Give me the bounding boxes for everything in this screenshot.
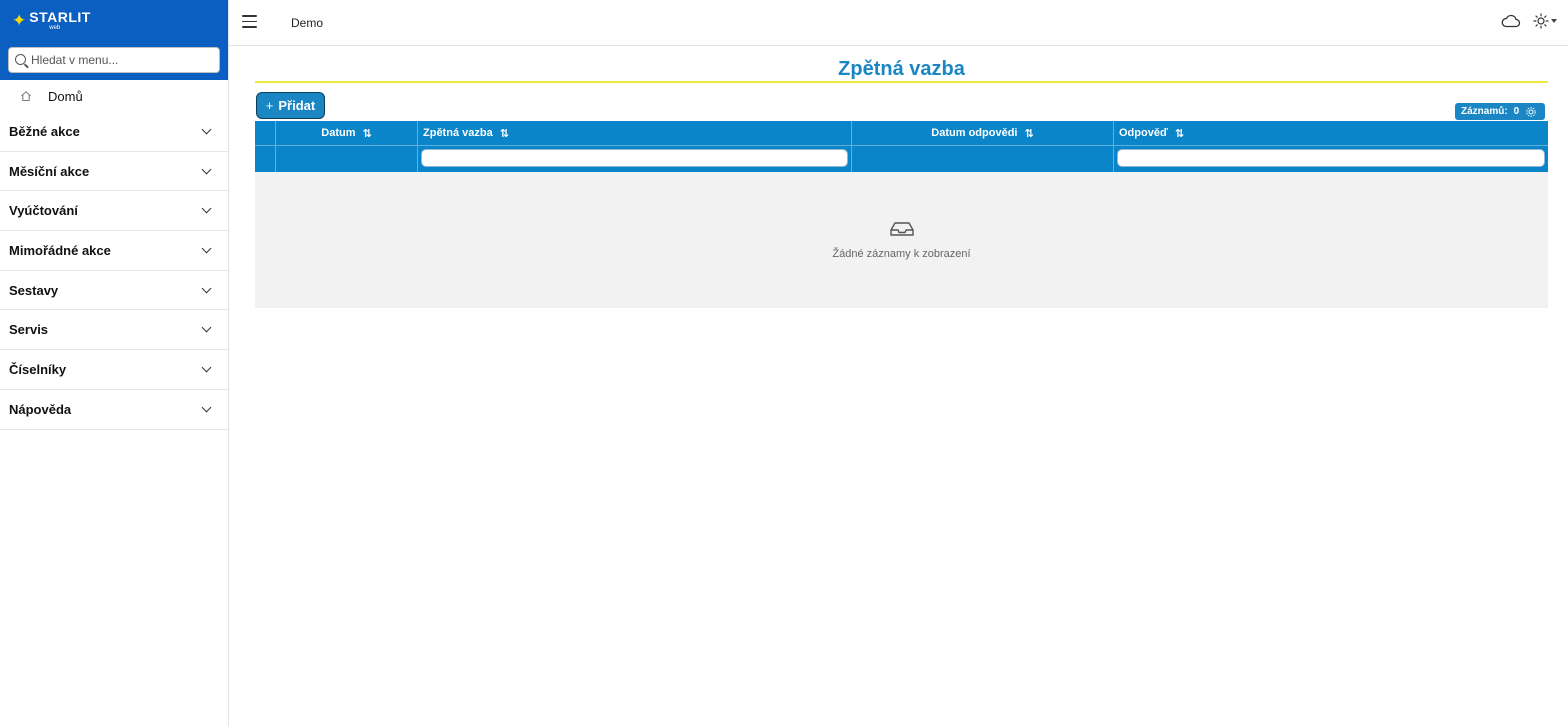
column-datum: Datum ⇅ <box>276 121 418 172</box>
sort-icon[interactable]: ⇅ <box>363 127 372 140</box>
search-icon <box>15 54 26 65</box>
chevron-down-icon <box>201 203 212 214</box>
sidebar-item-ciselniky[interactable]: Číselníky <box>0 350 228 390</box>
column-header-label: Zpětná vazba <box>423 127 493 139</box>
sun-icon[interactable] <box>1533 13 1549 29</box>
brand-sub: web <box>49 24 61 31</box>
column-filter-odpoved <box>1114 146 1548 172</box>
column-filter-empty <box>276 146 417 172</box>
sidebar-item-label: Číselníky <box>9 361 67 377</box>
column-header-label: Datum <box>321 127 356 139</box>
topbar: Demo <box>229 0 1568 46</box>
app-root: ✦ STARLIT web Domů Běžné akce M <box>0 0 1568 726</box>
column-odpoved: Odpověď ⇅ <box>1114 121 1548 172</box>
inbox-icon <box>889 222 914 236</box>
chevron-down-icon <box>201 243 212 254</box>
chevron-down-icon <box>201 124 212 135</box>
column-filter-zpetna-vazba <box>418 146 851 172</box>
sidebar-menu: Běžné akce Měsíční akce Vyúčtování Mimoř… <box>0 112 228 430</box>
records-count: 0 <box>1513 106 1520 117</box>
sidebar-item-home-label: Domů <box>48 88 83 104</box>
chevron-down-icon <box>201 322 212 333</box>
column-header-label: Odpověď <box>1119 127 1168 139</box>
sidebar-item-label: Nápověda <box>9 401 72 417</box>
brand-logo[interactable]: ✦ STARLIT web <box>0 0 228 40</box>
add-button-label: Přidat <box>278 98 316 113</box>
menu-search-area <box>0 40 228 80</box>
environment-label: Demo <box>291 16 324 30</box>
sidebar-item-servis[interactable]: Servis <box>0 310 228 351</box>
empty-state: Žádné záznamy k zobrazení <box>255 220 1548 262</box>
sidebar-item-label: Měsíční akce <box>9 163 90 179</box>
sort-icon[interactable]: ⇅ <box>1024 127 1033 140</box>
page-title: Zpětná vazba <box>255 58 1548 83</box>
grid-header: Datum ⇅ Zpětná vazba ⇅ Datum odpovědi ⇅ … <box>255 121 1548 172</box>
column-zpetna-vazba: Zpětná vazba ⇅ <box>418 121 852 172</box>
sidebar-item-label: Běžné akce <box>9 123 80 139</box>
grid-select-header <box>255 121 275 146</box>
brand-text: STARLIT web <box>29 10 91 31</box>
sort-icon[interactable]: ⇅ <box>500 127 509 140</box>
sort-icon[interactable]: ⇅ <box>1175 127 1184 140</box>
sidebar-item-label: Servis <box>9 322 49 338</box>
sidebar-item-sestavy[interactable]: Sestavy <box>0 271 228 311</box>
sidebar-item-label: Mimořádné akce <box>9 242 111 258</box>
star-icon: ✦ <box>12 10 27 30</box>
sidebar-item-napoveda[interactable]: Nápověda <box>0 390 228 430</box>
column-header-label: Datum odpovědi <box>931 127 1018 139</box>
caret-down-icon[interactable] <box>1551 19 1557 23</box>
menu-search-box <box>8 47 220 73</box>
chevron-down-icon <box>201 283 212 294</box>
column-filter-empty <box>852 146 1113 172</box>
add-button[interactable]: + Přidat <box>256 92 325 119</box>
chevron-down-icon <box>201 362 212 373</box>
sidebar: ✦ STARLIT web Domů Běžné akce M <box>0 0 229 726</box>
brand-name: STARLIT <box>29 8 91 25</box>
sidebar-item-home[interactable]: Domů <box>0 80 228 112</box>
main-content: Zpětná vazba + Přidat Záznamů: 0 Datum ⇅… <box>229 46 1568 726</box>
sidebar-item-mesicni-akce[interactable]: Měsíční akce <box>0 152 228 192</box>
data-grid: Datum ⇅ Zpětná vazba ⇅ Datum odpovědi ⇅ … <box>255 121 1548 308</box>
column-header-datum-odpovedi[interactable]: Datum odpovědi ⇅ <box>852 121 1113 146</box>
empty-state-text: Žádné záznamy k zobrazení <box>832 248 971 260</box>
records-label: Záznamů: <box>1461 106 1508 117</box>
chevron-down-icon <box>201 402 212 413</box>
grid-body: Žádné záznamy k zobrazení <box>255 172 1548 308</box>
sidebar-item-bezne-akce[interactable]: Běžné akce <box>0 112 228 152</box>
column-header-datum[interactable]: Datum ⇅ <box>276 121 417 146</box>
records-count-badge[interactable]: Záznamů: 0 <box>1455 103 1545 120</box>
plus-icon: + <box>265 98 274 113</box>
sidebar-item-label: Vyúčtování <box>9 203 78 219</box>
hamburger-menu-icon[interactable] <box>242 15 257 29</box>
filter-input-odpoved[interactable] <box>1117 149 1545 167</box>
menu-search-input[interactable] <box>31 48 216 72</box>
gear-icon[interactable] <box>1525 106 1537 118</box>
column-header-odpoved[interactable]: Odpověď ⇅ <box>1114 121 1548 146</box>
sidebar-item-vyuctovani[interactable]: Vyúčtování <box>0 191 228 232</box>
grid-select-column <box>255 121 276 172</box>
home-icon <box>21 91 31 101</box>
chevron-down-icon <box>201 164 212 174</box>
column-datum-odpovedi: Datum odpovědi ⇅ <box>852 121 1114 172</box>
sidebar-item-mimoradne-akce[interactable]: Mimořádné akce <box>0 231 228 271</box>
sidebar-item-label: Sestavy <box>9 282 59 298</box>
filter-input-zpetna-vazba[interactable] <box>421 149 848 167</box>
column-header-zpetna-vazba[interactable]: Zpětná vazba ⇅ <box>418 121 851 146</box>
cloud-icon[interactable] <box>1501 13 1521 29</box>
grid-select-filter <box>255 146 275 172</box>
